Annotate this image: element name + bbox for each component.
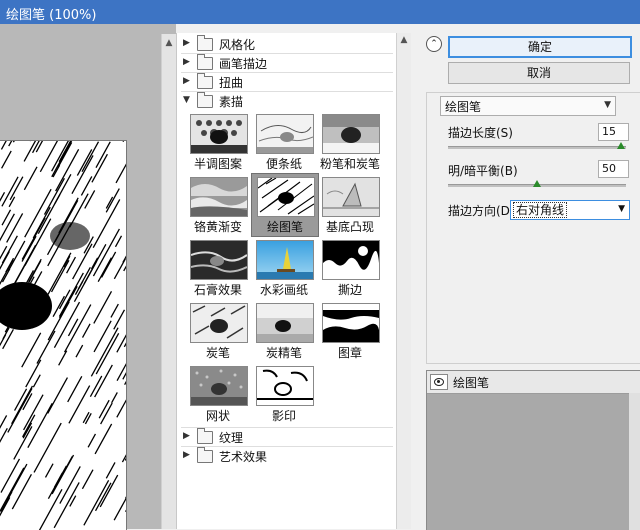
thumb-stamp[interactable]: 图章: [317, 300, 383, 362]
thumb-plaster[interactable]: 石膏效果: [185, 237, 251, 299]
thumbnail-image: [190, 114, 248, 154]
filter-select[interactable]: 绘图笔 ▼: [440, 96, 616, 116]
stroke-length-input[interactable]: 15: [598, 123, 629, 141]
thumbnail-image: [256, 303, 314, 343]
category-artistic[interactable]: ▶ 艺术效果: [181, 447, 393, 465]
thumbnail-image: [256, 114, 314, 154]
eye-icon[interactable]: [430, 374, 448, 390]
thumb-note-paper[interactable]: 便条纸: [251, 111, 317, 173]
gallery-scrollbar[interactable]: ▲: [396, 33, 411, 529]
slider-thumb[interactable]: [533, 180, 541, 187]
category-sketch[interactable]: ▼ 素描: [181, 92, 393, 110]
thumb-reticulation[interactable]: 网状: [185, 363, 251, 425]
thumbnail-image: [190, 177, 248, 217]
folder-open-icon: [197, 95, 213, 108]
balance-slider[interactable]: [448, 184, 626, 187]
category-distort[interactable]: ▶ 扭曲: [181, 73, 393, 91]
ok-button[interactable]: 确定: [448, 36, 632, 58]
folder-icon: [197, 38, 213, 51]
collapse-arrow-icon: ▼: [183, 95, 190, 105]
layer-row[interactable]: 绘图笔: [427, 371, 640, 394]
expand-arrow-icon: ▶: [183, 38, 190, 48]
folder-icon: [197, 57, 213, 70]
expand-arrow-icon: ▶: [183, 431, 190, 441]
stroke-length-label: 描边长度(S): [448, 124, 513, 141]
thumb-graphic-pen[interactable]: 绘图笔: [251, 173, 319, 237]
folder-icon: [197, 450, 213, 463]
thumb-chrome[interactable]: 铬黄渐变: [185, 174, 251, 236]
filter-gallery: ▶ 风格化 ▶ 画笔描边 ▶ 扭曲 ▼ 素描 半调图案 便条纸 粉笔和炭笔 铬黄…: [176, 33, 411, 529]
thumb-conte-crayon[interactable]: 炭精笔: [251, 300, 317, 362]
thumb-photocopy[interactable]: 影印: [251, 363, 317, 425]
chevron-down-icon: ▼: [618, 204, 625, 214]
balance-input[interactable]: 50: [598, 160, 629, 178]
thumb-torn-edges[interactable]: 撕边: [317, 237, 383, 299]
thumbnail-image: [256, 240, 314, 280]
expand-arrow-icon: ▶: [183, 450, 190, 460]
thumbnail-image: [322, 303, 380, 343]
folder-icon: [197, 76, 213, 89]
title-bar: 绘图笔 (100%): [0, 0, 640, 24]
balance-label: 明/暗平衡(B): [448, 162, 518, 179]
thumb-halftone-pattern[interactable]: 半调图案: [185, 111, 251, 173]
preview-pane[interactable]: ▲: [0, 24, 176, 529]
expand-arrow-icon: ▶: [183, 76, 190, 86]
thumbnail-image: [257, 177, 315, 217]
thumbnail-image: [322, 114, 380, 154]
window-title: 绘图笔 (100%): [6, 4, 96, 23]
scroll-up-icon[interactable]: ▲: [162, 38, 176, 48]
expand-arrow-icon: ▶: [183, 57, 190, 67]
chevron-down-icon: ▼: [604, 100, 611, 110]
category-stylize[interactable]: ▶ 风格化: [181, 35, 393, 53]
preview-scrollbar[interactable]: ▲: [161, 34, 176, 529]
thumbnail-image: [322, 240, 380, 280]
thumb-chalk-charcoal[interactable]: 粉笔和炭笔: [317, 111, 383, 173]
slider-thumb[interactable]: [617, 142, 625, 149]
direction-select[interactable]: 右对角线 ▼: [510, 200, 630, 220]
folder-icon: [197, 431, 213, 444]
thumbnail-image: [256, 366, 314, 406]
thumb-charcoal[interactable]: 炭笔: [185, 300, 251, 362]
thumb-bas-relief[interactable]: 基底凸现: [317, 174, 383, 236]
category-texture[interactable]: ▶ 纹理: [181, 428, 393, 446]
thumb-water-paper[interactable]: 水彩画纸: [251, 237, 317, 299]
cancel-button[interactable]: 取消: [448, 62, 630, 84]
scroll-up-icon[interactable]: ▲: [397, 35, 411, 45]
preview-canvas[interactable]: [0, 140, 127, 530]
effect-layers-list: 绘图笔: [426, 370, 640, 530]
thumbnail-image: [190, 366, 248, 406]
thumbnail-image: [190, 240, 248, 280]
settings-panel: ⌃ 确定 取消 绘图笔 ▼ 描边长度(S) 15 明/暗平衡(B) 50 描边方…: [414, 24, 640, 529]
direction-label: 描边方向(D):: [448, 202, 519, 219]
stroke-length-slider[interactable]: [448, 146, 626, 149]
thumbnail-image: [322, 177, 380, 217]
category-brush-strokes[interactable]: ▶ 画笔描边: [181, 54, 393, 72]
thumbnail-image: [190, 303, 248, 343]
layers-scrollbar[interactable]: [629, 393, 640, 530]
collapse-icon[interactable]: ⌃: [426, 36, 442, 52]
